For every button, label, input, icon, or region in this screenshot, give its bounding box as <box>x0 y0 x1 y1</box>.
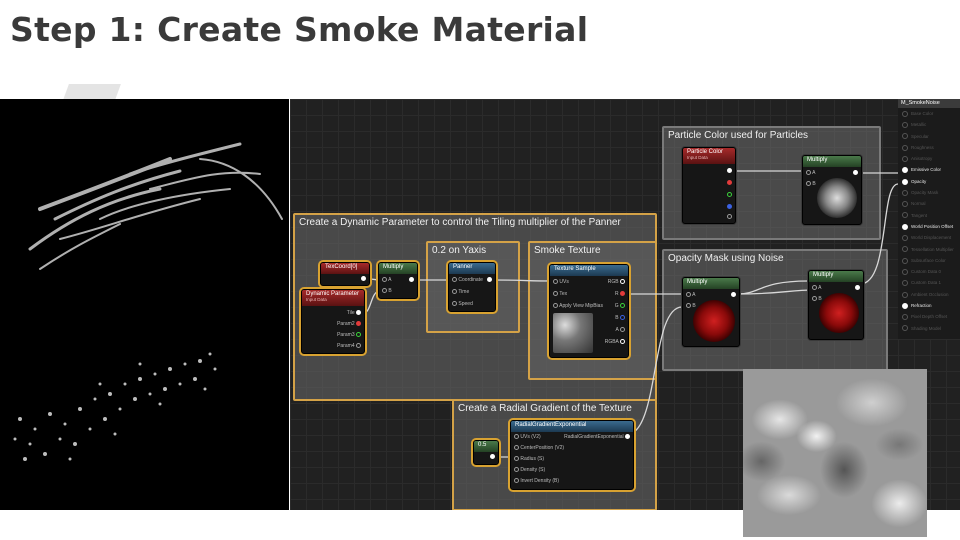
pin-icon <box>902 246 908 253</box>
multiply-preview <box>819 293 859 333</box>
output-pin-label: Specular <box>911 133 929 139</box>
pin-icon <box>902 257 908 264</box>
pin-icon <box>902 167 908 174</box>
output-pin-label: Subsurface Color <box>911 257 946 263</box>
node-title: 0.5 <box>474 441 498 452</box>
node-panner[interactable]: Panner Coordinate Time Speed <box>448 262 496 312</box>
output-pin-label: Tessellation Multiplier <box>911 246 954 252</box>
material-output-pin[interactable]: Anisotropy <box>898 153 960 164</box>
node-multiply-mask[interactable]: Multiply A B <box>808 270 864 340</box>
pin-icon <box>902 156 908 162</box>
output-pin[interactable] <box>361 276 366 282</box>
pin-icon <box>902 212 908 219</box>
output-pin-label: World Position Offset <box>911 223 954 229</box>
node-title: Multiply <box>803 156 861 167</box>
node-particle-color[interactable]: Particle Color Input Data <box>682 147 736 224</box>
material-output-pin[interactable]: Refraction <box>898 300 960 311</box>
pin-icon <box>902 235 908 242</box>
material-output-pin[interactable]: Roughness <box>898 142 960 153</box>
output-pin-label: Normal <box>911 201 926 207</box>
node-multiply-opacity[interactable]: Multiply A B <box>682 277 740 347</box>
material-output-pin[interactable]: Tessellation Multiplier <box>898 244 960 255</box>
node-title: Dynamic Parameter Input Data <box>302 290 364 306</box>
decorative-shape <box>63 84 121 100</box>
material-output-pin[interactable]: Ambient Occlusion <box>898 289 960 300</box>
material-output-list: Base Color Metallic Specular Roughness Aniso… <box>898 108 960 334</box>
texture-preview <box>553 313 593 353</box>
noise-texture-image <box>743 369 927 537</box>
multiply-preview <box>817 178 857 218</box>
pin-icon <box>902 280 908 287</box>
material-name: M_SmokeNoise <box>898 99 960 108</box>
output-pin-label: Custom Data 1 <box>911 280 942 286</box>
pin-icon <box>902 314 908 321</box>
page-title: Step 1: Create Smoke Material <box>10 10 589 49</box>
output-pin-label: Tangent <box>911 212 928 218</box>
node-title: Panner <box>449 263 495 274</box>
smoke-particles-drawing <box>13 142 283 461</box>
node-constant[interactable]: 0.5 <box>473 440 499 465</box>
multiply-preview <box>693 300 735 342</box>
node-texture-sample[interactable]: Texture Sample UVs Tex Apply View MipBia… <box>549 264 629 358</box>
material-output-pin[interactable]: Normal <box>898 198 960 209</box>
pin-icon <box>902 133 908 140</box>
pin-icon <box>902 302 908 309</box>
output-pin-label: Opacity Mask <box>911 190 939 196</box>
output-pin-label: Base Color <box>911 111 934 116</box>
output-pin-label: Ambient Occlusion <box>911 291 949 297</box>
output-pin-label: Refraction <box>911 303 932 309</box>
material-output-pin[interactable]: World Position Offset <box>898 221 960 232</box>
node-title: Multiply <box>809 271 863 282</box>
node-title: Particle Color Input Data <box>683 148 735 164</box>
node-radial-gradient[interactable]: RadialGradientExponential UVs (V2) Cente… <box>510 420 634 490</box>
material-output-pin[interactable]: Specular <box>898 131 960 142</box>
pin-icon <box>902 201 908 208</box>
node-title: Multiply <box>379 263 417 274</box>
pin-icon <box>902 189 908 196</box>
pin-icon <box>902 268 908 275</box>
output-pin-label: Opacity <box>911 178 927 184</box>
material-output-pin[interactable]: Shading Model <box>898 323 960 334</box>
output-pin-label: Metallic <box>911 122 927 128</box>
material-output-pin[interactable]: Custom Data 1 <box>898 277 960 288</box>
output-pin-label: Shading Model <box>911 325 942 331</box>
material-output-node[interactable]: M_SmokeNoise Base Color Metallic Specular R… <box>898 99 960 339</box>
material-output-pin[interactable]: Emissive Color <box>898 164 960 175</box>
node-dynamic-parameter[interactable]: Dynamic Parameter Input Data Tile Param2… <box>301 289 365 354</box>
smoke-preview <box>0 99 289 510</box>
node-multiply-tiling[interactable]: Multiply A B <box>378 262 418 299</box>
material-output-pin[interactable]: Pixel Depth Offset <box>898 311 960 322</box>
material-output-pin[interactable]: World Displacement <box>898 232 960 243</box>
node-title: RadialGradientExponential <box>511 421 633 432</box>
material-output-pin[interactable]: Custom Data 0 <box>898 266 960 277</box>
output-pin-label: Anisotropy <box>911 156 933 162</box>
output-pin-label: Pixel Depth Offset <box>911 314 948 320</box>
node-multiply-color[interactable]: Multiply A B <box>802 155 862 225</box>
node-texcoord[interactable]: TexCoord[0] <box>320 262 370 286</box>
node-title: TexCoord[0] <box>321 263 369 274</box>
output-pin-label: Roughness <box>911 144 934 150</box>
pin-icon <box>902 110 908 117</box>
pin-icon <box>902 291 908 298</box>
pin-icon <box>902 223 908 230</box>
material-output-pin[interactable]: Subsurface Color <box>898 255 960 266</box>
node-title: Multiply <box>683 278 739 289</box>
pin-icon <box>902 325 908 332</box>
node-title: Texture Sample <box>550 265 628 276</box>
output-pin-label: Custom Data 0 <box>911 269 942 275</box>
output-pin-label: World Displacement <box>911 235 952 241</box>
material-output-pin[interactable]: Opacity <box>898 176 960 187</box>
output-pin-label: Emissive Color <box>911 167 942 173</box>
pin-icon <box>902 144 908 151</box>
material-output-pin[interactable]: Opacity Mask <box>898 187 960 198</box>
pin-icon <box>902 122 908 129</box>
pin-icon <box>902 178 908 185</box>
material-output-pin[interactable]: Base Color <box>898 108 960 119</box>
material-output-pin[interactable]: Tangent <box>898 210 960 221</box>
material-output-pin[interactable]: Metallic <box>898 119 960 130</box>
